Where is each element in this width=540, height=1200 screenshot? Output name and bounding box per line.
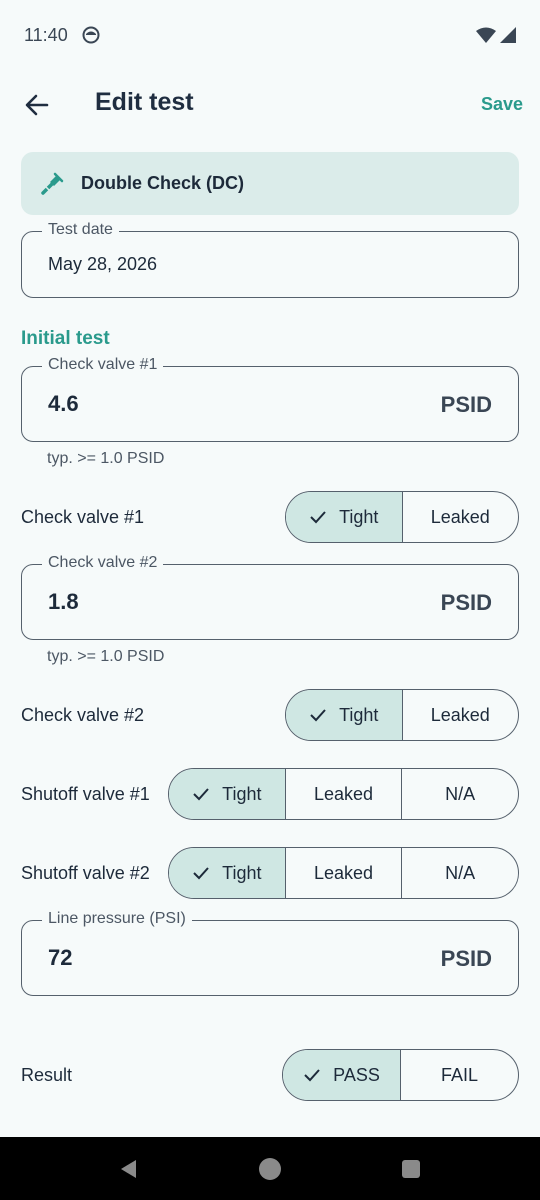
section-title-initial-test: Initial test xyxy=(21,328,110,349)
check-valve-2-tight-button[interactable]: Tight xyxy=(286,690,402,740)
check-icon xyxy=(310,511,326,524)
page-title: Edit test xyxy=(95,88,194,116)
shutoff-valve-2-label: Shutoff valve #2 xyxy=(21,863,150,883)
shutoff-valve-1-segmented: Tight Leaked N/A xyxy=(168,768,519,820)
line-pressure-value: 72 xyxy=(48,945,73,970)
result-label: Result xyxy=(21,1065,73,1085)
check-valve-1-input-label: Check valve #1 xyxy=(42,356,164,374)
shutoff-valve-1-tight-button[interactable]: Tight xyxy=(169,769,285,819)
back-arrow-icon[interactable] xyxy=(22,90,52,120)
test-date-label: Test date xyxy=(42,221,119,239)
status-time: 11:40 xyxy=(24,24,68,45)
check-valve-2-toggle-label: Check valve #2 xyxy=(21,705,145,725)
app-bar: Edit test Save xyxy=(0,74,540,136)
check-valve-1-leaked-button[interactable]: Leaked xyxy=(401,492,519,542)
shutoff-valve-2-leaked-button[interactable]: Leaked xyxy=(284,848,402,898)
status-bar: 11:40 xyxy=(0,0,540,70)
nav-back-icon[interactable] xyxy=(118,1158,140,1180)
result-segmented: PASS FAIL xyxy=(282,1049,519,1101)
check-icon xyxy=(304,1069,320,1082)
check-icon xyxy=(310,709,326,722)
device-type-card[interactable]: Double Check (DC) xyxy=(21,152,519,215)
line-pressure-suffix: PSID xyxy=(440,946,492,971)
shutoff-valve-2-segmented: Tight Leaked N/A xyxy=(168,847,519,899)
test-date-field[interactable]: Test date May 28, 2026 xyxy=(21,221,519,298)
result-pass-button[interactable]: PASS xyxy=(283,1050,400,1100)
wrench-icon xyxy=(41,172,64,195)
check-valve-2-helper: typ. >= 1.0 PSID xyxy=(47,648,165,665)
check-valve-1-toggle-label: Check valve #1 xyxy=(21,507,145,527)
system-nav-bar xyxy=(0,1137,540,1200)
check-valve-1-suffix: PSID xyxy=(440,392,492,417)
test-date-value: May 28, 2026 xyxy=(48,254,158,274)
save-button[interactable]: Save xyxy=(481,94,523,115)
check-icon xyxy=(193,867,209,880)
check-valve-2-suffix: PSID xyxy=(440,590,492,615)
check-icon xyxy=(193,788,209,801)
shutoff-valve-1-na-button[interactable]: N/A xyxy=(401,769,518,819)
nav-home-icon[interactable] xyxy=(258,1157,282,1181)
line-pressure-input[interactable]: Line pressure (PSI) 72 PSID xyxy=(21,910,519,996)
shutoff-valve-1-leaked-button[interactable]: Leaked xyxy=(284,769,402,819)
shutoff-valve-1-label: Shutoff valve #1 xyxy=(21,784,150,804)
check-valve-2-leaked-button[interactable]: Leaked xyxy=(401,690,519,740)
device-type-label: Double Check (DC) xyxy=(81,173,245,193)
check-valve-1-value: 4.6 xyxy=(48,391,79,416)
check-valve-1-input[interactable]: Check valve #1 4.6 PSID xyxy=(21,356,519,442)
nav-recents-icon[interactable] xyxy=(400,1158,422,1180)
check-valve-1-helper: typ. >= 1.0 PSID xyxy=(47,450,165,467)
check-valve-2-value: 1.8 xyxy=(48,589,79,614)
check-valve-1-tight-button[interactable]: Tight xyxy=(286,492,402,542)
check-valve-2-segmented: Tight Leaked xyxy=(285,689,519,741)
check-valve-1-segmented: Tight Leaked xyxy=(285,491,519,543)
check-valve-2-input-label: Check valve #2 xyxy=(42,554,164,572)
result-fail-button[interactable]: FAIL xyxy=(400,1050,518,1100)
check-valve-2-input[interactable]: Check valve #2 1.8 PSID xyxy=(21,554,519,640)
wifi-icon xyxy=(476,27,496,43)
signal-icon xyxy=(500,27,516,43)
shutoff-valve-2-na-button[interactable]: N/A xyxy=(401,848,518,898)
notification-icon xyxy=(82,26,100,44)
line-pressure-label: Line pressure (PSI) xyxy=(42,910,192,928)
shutoff-valve-2-tight-button[interactable]: Tight xyxy=(169,848,285,898)
